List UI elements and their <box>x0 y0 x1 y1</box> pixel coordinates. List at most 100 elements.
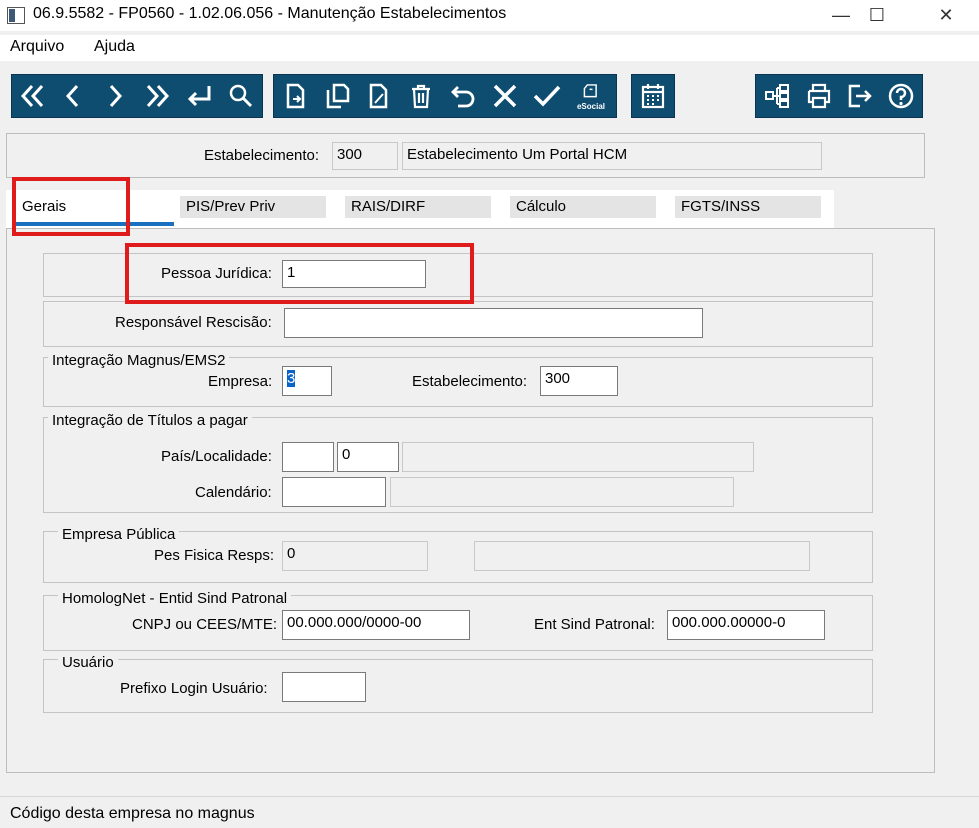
integ-estab-input[interactable]: 300 <box>540 366 618 396</box>
first-record-button[interactable] <box>14 77 52 115</box>
empresa-publica-group: Empresa Pública Pes Fisica Resps: 0 <box>43 526 873 583</box>
double-chevron-left-icon <box>20 84 44 108</box>
search-icon <box>229 84 253 108</box>
close-button[interactable]: ✕ <box>923 0 969 31</box>
highlight-pessoa-juridica <box>125 243 474 304</box>
toolbar-calendar-group <box>631 74 675 118</box>
new-document-icon <box>286 83 305 109</box>
estab-code-field: 300 <box>332 142 398 170</box>
calendar-icon <box>641 84 665 109</box>
empresa-value: 3 <box>287 370 296 387</box>
integ-estab-label: Estabelecimento: <box>412 373 528 390</box>
save-button[interactable] <box>528 77 566 115</box>
checkmark-icon <box>533 85 561 107</box>
app-icon <box>7 7 25 24</box>
integracao-magnus-group: Integração Magnus/EMS2 Empresa: 3 Estabe… <box>43 352 873 407</box>
homolognet-group: HomologNet - Entid Sind Patronal CNPJ ou… <box>43 590 873 651</box>
localidade-input[interactable]: 0 <box>337 442 399 472</box>
tab-rais-dirf[interactable]: RAIS/DIRF <box>345 196 491 218</box>
minimize-icon: — <box>832 5 850 25</box>
maximize-button[interactable]: ☐ <box>854 0 900 31</box>
tree-icon <box>765 84 789 108</box>
pes-fisica-description-field <box>474 541 810 571</box>
tree-view-button[interactable] <box>758 77 796 115</box>
close-icon <box>493 84 517 108</box>
new-record-button[interactable] <box>276 77 314 115</box>
menu-ajuda[interactable]: Ajuda <box>94 38 135 56</box>
menu-bar: Arquivo Ajuda <box>0 35 979 61</box>
help-button[interactable] <box>882 77 920 115</box>
estab-header-panel: Estabelecimento: 300 Estabelecimento Um … <box>6 133 925 178</box>
print-button[interactable] <box>800 77 838 115</box>
window-title: 06.9.5582 - FP0560 - 1.02.06.056 - Manut… <box>33 5 507 22</box>
ent-sind-input[interactable]: 000.000.00000-0 <box>667 610 825 640</box>
status-bar: Código desta empresa no magnus <box>0 796 979 828</box>
esocial-icon <box>583 83 597 97</box>
prefixo-input[interactable] <box>282 672 366 702</box>
tab-calculo[interactable]: Cálculo <box>510 196 656 218</box>
previous-record-button[interactable] <box>54 77 92 115</box>
pais-description-field <box>402 442 754 472</box>
estab-label: Estabelecimento: <box>204 147 320 164</box>
exit-icon <box>848 84 872 108</box>
copy-icon <box>326 83 350 109</box>
cnpj-label: CNPJ ou CEES/MTE: <box>132 616 278 633</box>
usuario-title: Usuário <box>58 654 118 671</box>
tab-pis-prev-priv[interactable]: PIS/Prev Priv <box>180 196 326 218</box>
calendar-button[interactable] <box>634 77 672 115</box>
delete-record-button[interactable] <box>402 77 440 115</box>
undo-button[interactable] <box>444 77 482 115</box>
title-bar: 06.9.5582 - FP0560 - 1.02.06.056 - Manut… <box>0 0 979 31</box>
cancel-button[interactable] <box>486 77 524 115</box>
close-icon: ✕ <box>938 5 954 25</box>
empresa-input[interactable]: 3 <box>282 366 332 396</box>
pes-fisica-label: Pes Fisica Resps: <box>154 547 275 564</box>
pais-input[interactable] <box>282 442 334 472</box>
exit-button[interactable] <box>840 77 878 115</box>
trash-icon <box>412 84 430 109</box>
highlight-tab-gerais <box>12 177 130 236</box>
calendario-description-field <box>390 477 734 507</box>
ent-sind-label: Ent Sind Patronal: <box>534 616 655 633</box>
homolognet-title: HomologNet - Entid Sind Patronal <box>58 590 292 607</box>
tab-fgts-inss[interactable]: FGTS/INSS <box>675 196 821 218</box>
responsavel-input[interactable] <box>284 308 703 338</box>
estab-name-field: Estabelecimento Um Portal HCM <box>402 142 822 170</box>
menu-arquivo[interactable]: Arquivo <box>10 38 64 56</box>
integracao-titulos-group: Integração de Títulos a pagar País/Local… <box>43 412 873 513</box>
return-arrow-icon <box>187 86 211 107</box>
empresa-publica-title: Empresa Pública <box>58 526 180 543</box>
next-record-button[interactable] <box>96 77 134 115</box>
edit-document-icon <box>369 83 388 109</box>
chevron-left-icon <box>65 84 79 108</box>
responsavel-label: Responsável Rescisão: <box>115 314 272 331</box>
cnpj-input[interactable]: 00.000.000/0000-00 <box>282 610 470 640</box>
last-record-button[interactable] <box>138 77 176 115</box>
help-icon <box>888 83 914 109</box>
toolbar-nav-group <box>11 74 263 118</box>
responsavel-group: Responsável Rescisão: <box>43 301 873 347</box>
prefixo-label: Prefixo Login Usuário: <box>120 680 268 697</box>
edit-record-button[interactable] <box>360 77 398 115</box>
toolbar-utility-group <box>755 74 923 118</box>
tab-content-gerais: Pessoa Jurídica: 1 Responsável Rescisão:… <box>6 228 935 773</box>
calendario-label: Calendário: <box>195 484 272 501</box>
pes-fisica-field: 0 <box>282 541 428 571</box>
esocial-button[interactable]: eSocial <box>572 77 610 115</box>
maximize-icon: ☐ <box>868 5 886 25</box>
esocial-label: eSocial <box>576 101 605 111</box>
calendario-input[interactable] <box>282 477 386 507</box>
usuario-group: Usuário Prefixo Login Usuário: <box>43 654 873 713</box>
goto-button[interactable] <box>180 77 218 115</box>
toolbar-record-group: eSocial <box>273 74 617 118</box>
pais-label: País/Localidade: <box>161 448 272 465</box>
status-text: Código desta empresa no magnus <box>10 805 255 822</box>
toolbar: eSocial <box>0 62 979 124</box>
printer-icon <box>807 83 831 109</box>
search-button[interactable] <box>222 77 260 115</box>
empresa-label: Empresa: <box>208 373 273 390</box>
integracao-titulos-title: Integração de Títulos a pagar <box>48 412 252 429</box>
copy-record-button[interactable] <box>318 77 356 115</box>
undo-icon <box>451 86 475 108</box>
integracao-magnus-title: Integração Magnus/EMS2 <box>48 352 230 369</box>
